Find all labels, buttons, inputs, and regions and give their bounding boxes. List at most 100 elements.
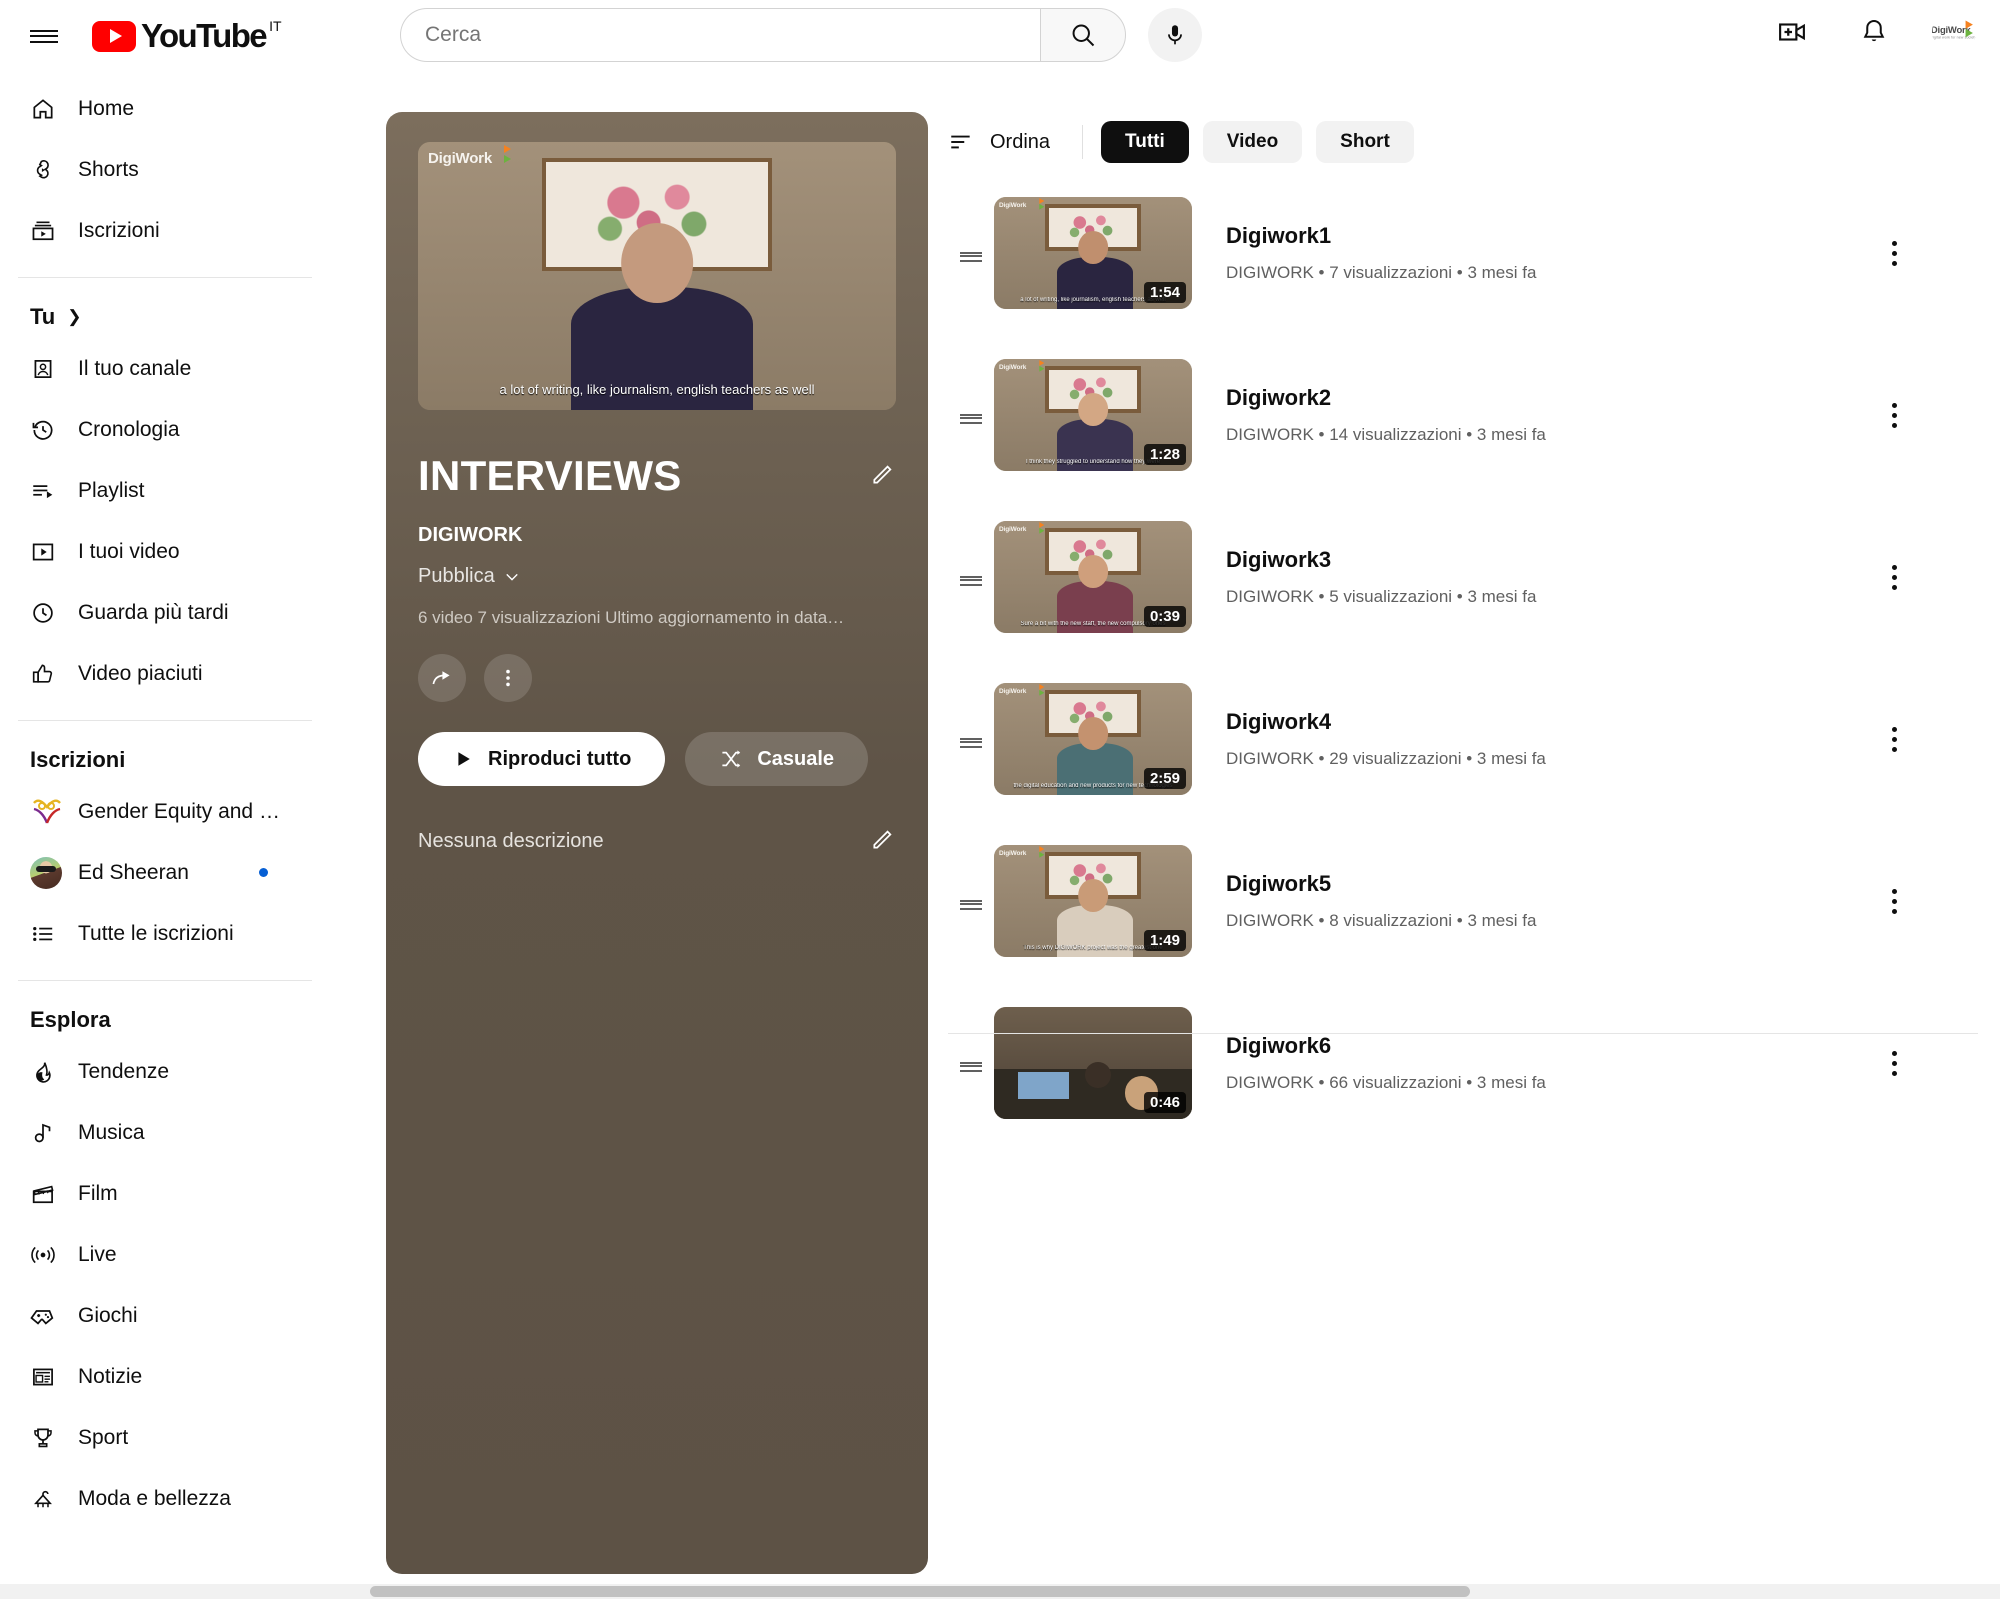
hamburger-menu-icon[interactable] (14, 6, 74, 66)
sidebar-item-label: Giochi (78, 1303, 138, 1327)
play-all-label: Riproduci tutto (488, 747, 632, 770)
video-title[interactable]: Digiwork5 (1226, 871, 1536, 897)
playlist-more-button[interactable] (484, 654, 532, 702)
sidebar-item-watch-later[interactable]: Guarda più tardi (12, 582, 318, 643)
sidebar-item-shorts[interactable]: Shorts (12, 139, 318, 200)
drag-handle-icon[interactable] (948, 573, 994, 586)
sidebar-item-label: Guarda più tardi (78, 600, 229, 624)
chip-label: Video (1226, 131, 1279, 152)
drag-handle-icon[interactable] (948, 1059, 994, 1072)
drag-handle-icon[interactable] (948, 411, 994, 424)
sidebar-item-all-subscriptions[interactable]: Tutte le iscrizioni (12, 903, 318, 964)
search-box[interactable] (400, 8, 1040, 62)
drag-handle-icon[interactable] (948, 249, 994, 262)
video-thumbnail[interactable]: a lot of writing, like journalism, engli… (994, 197, 1192, 309)
table-row[interactable]: 0:46 Digiwork6 DIGIWORK • 66 visualizzaz… (948, 982, 1978, 1144)
video-title[interactable]: Digiwork2 (1226, 385, 1546, 411)
row-menu-button[interactable] (1872, 393, 1916, 437)
sidebar-item-liked-videos[interactable]: Video piaciuti (12, 643, 318, 704)
sidebar-item-label: Moda e bellezza (78, 1486, 231, 1510)
chip-short[interactable]: Short (1316, 121, 1414, 163)
playlist-stats: 6 video 7 visualizzazioni Ultimo aggiorn… (418, 608, 845, 627)
playlist-cover-thumbnail[interactable]: a lot of writing, like journalism, engli… (418, 142, 896, 410)
create-video-button[interactable] (1768, 8, 1816, 56)
row-menu-button[interactable] (1872, 231, 1916, 275)
sidebar[interactable]: Home Shorts Iscrizioni Tu ❯ Il tuo canal… (0, 72, 330, 1599)
chip-video[interactable]: Video (1202, 121, 1303, 163)
table-row[interactable]: This is why DIGIWORK project was the gre… (948, 820, 1978, 982)
sidebar-item-your-channel[interactable]: Il tuo canale (12, 338, 318, 399)
sidebar-item-label: Cronologia (78, 417, 180, 441)
sidebar-item-playlists[interactable]: Playlist (12, 460, 318, 521)
playlist-privacy-dropdown[interactable]: Pubblica (418, 565, 896, 588)
sidebar-item-history[interactable]: Cronologia (12, 399, 318, 460)
avatar[interactable]: DigiWork digital work for new society (1932, 10, 1976, 54)
sidebar-item-ed-sheeran[interactable]: Ed Sheeran (12, 842, 318, 903)
video-title[interactable]: Digiwork1 (1226, 223, 1536, 249)
shuffle-button[interactable]: Casuale (685, 732, 869, 786)
playlist-owner[interactable]: DIGIWORK (418, 524, 896, 547)
notifications-button[interactable] (1850, 8, 1898, 56)
video-title[interactable]: Digiwork6 (1226, 1033, 1546, 1059)
sidebar-item-label: I tuoi video (78, 539, 180, 563)
sidebar-item-gender-equity[interactable]: Gender Equity and … (12, 781, 318, 842)
sidebar-item-music[interactable]: Musica (12, 1102, 318, 1163)
table-row[interactable]: a lot of writing, like journalism, engli… (948, 172, 1978, 334)
voice-search-button[interactable] (1148, 8, 1202, 62)
table-row[interactable]: Sure a bit with the new staff, the new c… (948, 496, 1978, 658)
playlist-action-buttons (418, 654, 896, 702)
video-title[interactable]: Digiwork3 (1226, 547, 1536, 573)
sidebar-section-you[interactable]: Tu ❯ (0, 294, 330, 338)
horizontal-scrollbar-thumb[interactable] (370, 1586, 1470, 1597)
video-title[interactable]: Digiwork4 (1226, 709, 1546, 735)
drag-handle-icon[interactable] (948, 735, 994, 748)
table-row[interactable]: the digital education and new products f… (948, 658, 1978, 820)
video-thumbnail[interactable]: This is why DIGIWORK project was the gre… (994, 845, 1192, 957)
playlist-privacy-label: Pubblica (418, 565, 495, 587)
sort-button[interactable]: Ordina (948, 131, 1068, 154)
play-all-button[interactable]: Riproduci tutto (418, 732, 666, 786)
search-area (400, 8, 1202, 62)
shorts-icon (30, 157, 78, 183)
sidebar-divider-3 (18, 980, 312, 981)
chip-tutti[interactable]: Tutti (1101, 121, 1189, 163)
sidebar-item-live[interactable]: Live (12, 1224, 318, 1285)
search-input[interactable] (425, 23, 985, 47)
youtube-logo[interactable]: YouTube IT (92, 18, 282, 52)
top-bar: YouTube IT Cerca DigiWork digital work f… (0, 0, 2000, 72)
filter-toolbar: Ordina Tutti Video Short (948, 112, 1978, 172)
drag-handle-icon[interactable] (948, 897, 994, 910)
sidebar-divider-1 (18, 277, 312, 278)
sidebar-item-sports[interactable]: Sport (12, 1407, 318, 1468)
search-submit-button[interactable] (1040, 8, 1126, 62)
video-thumbnail[interactable]: I think they struggled to understand how… (994, 359, 1192, 471)
sort-label: Ordina (990, 130, 1051, 153)
video-subtitle: DIGIWORK • 7 visualizzazioni • 3 mesi fa (1226, 263, 1537, 282)
chip-label: Tutti (1125, 131, 1165, 152)
sidebar-explore-group: Tendenze Musica Film Live Giochi Notizie… (0, 1041, 330, 1529)
edit-description-button[interactable] (870, 826, 896, 857)
sidebar-item-fashion-beauty[interactable]: Moda e bellezza (12, 1468, 318, 1529)
sidebar-item-gaming[interactable]: Giochi (12, 1285, 318, 1346)
table-row[interactable]: I think they struggled to understand how… (948, 334, 1978, 496)
row-menu-button[interactable] (1872, 1041, 1916, 1085)
pencil-edit-icon (873, 464, 892, 484)
row-menu-button[interactable] (1872, 717, 1916, 761)
row-menu-button[interactable] (1872, 879, 1916, 923)
sidebar-section-explore: Esplora (0, 997, 330, 1041)
video-thumbnail[interactable]: Sure a bit with the new staff, the new c… (994, 521, 1192, 633)
share-button[interactable] (418, 654, 466, 702)
sidebar-item-trending[interactable]: Tendenze (12, 1041, 318, 1102)
sidebar-item-movies[interactable]: Film (12, 1163, 318, 1224)
sidebar-item-subscriptions[interactable]: Iscrizioni (12, 200, 318, 261)
row-menu-button[interactable] (1872, 555, 1916, 599)
sidebar-item-news[interactable]: Notizie (12, 1346, 318, 1407)
sidebar-item-home[interactable]: Home (12, 78, 318, 139)
video-thumbnail[interactable]: 0:46 (994, 1007, 1192, 1119)
edit-title-button[interactable] (870, 461, 896, 492)
playlist-detail-panel: a lot of writing, like journalism, engli… (386, 112, 928, 1574)
video-subtitle: DIGIWORK • 29 visualizzazioni • 3 mesi f… (1226, 749, 1546, 768)
thumbnail-art: a lot of writing, like journalism, engli… (418, 142, 896, 410)
video-thumbnail[interactable]: the digital education and new products f… (994, 683, 1192, 795)
sidebar-item-your-videos[interactable]: I tuoi video (12, 521, 318, 582)
